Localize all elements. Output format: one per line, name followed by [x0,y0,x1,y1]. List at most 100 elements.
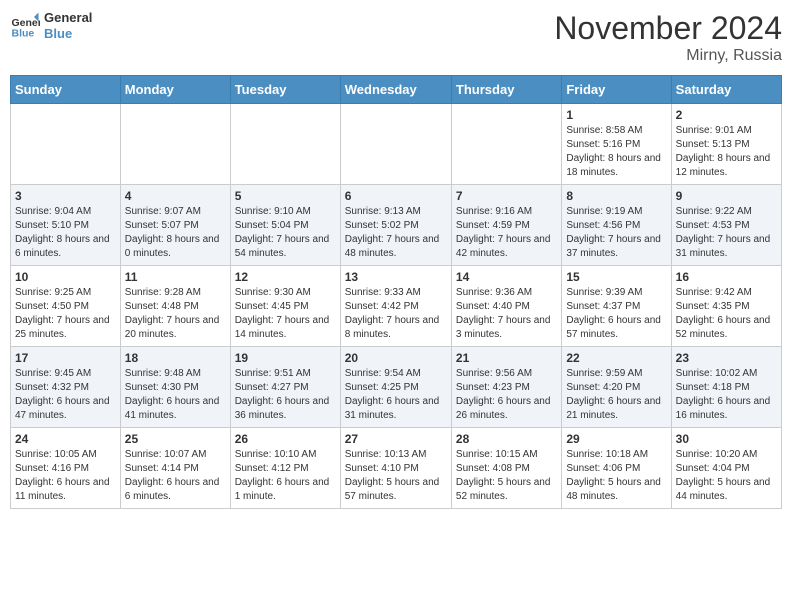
calendar-cell: 26 Sunrise: 10:10 AM Sunset: 4:12 PM Dayl… [230,428,340,509]
day-number: 30 [676,432,777,446]
day-number: 3 [15,189,116,203]
calendar-week-3: 10 Sunrise: 9:25 AM Sunset: 4:50 PM Dayli… [11,266,782,347]
logo-general: General [44,10,92,26]
day-number: 22 [566,351,666,365]
weekday-wednesday: Wednesday [340,76,451,104]
calendar-cell: 28 Sunrise: 10:15 AM Sunset: 4:08 PM Dayl… [451,428,561,509]
title-block: November 2024 Mirny, Russia [554,10,782,65]
calendar-cell: 30Sunrise: 10:20 AM Sunset: 4:04 PM Dayl… [671,428,781,509]
weekday-thursday: Thursday [451,76,561,104]
day-number: 13 [345,270,447,284]
calendar-cell: 9 Sunrise: 9:22 AM Sunset: 4:53 PM Daylig… [671,185,781,266]
day-info: Sunrise: 10:02 AM Sunset: 4:18 PM Daylig… [676,367,777,423]
day-info: Sunrise: 9:30 AM Sunset: 4:45 PM Dayligh… [235,286,336,342]
day-number: 26 [235,432,336,446]
day-number: 16 [676,270,777,284]
calendar-cell: 12 Sunrise: 9:30 AM Sunset: 4:45 PM Dayli… [230,266,340,347]
calendar-cell [230,104,340,185]
day-number: 25 [125,432,226,446]
logo: General Blue General Blue [10,10,92,41]
day-number: 21 [456,351,557,365]
day-info: Sunrise: 9:59 AM Sunset: 4:20 PM Dayligh… [566,367,666,423]
weekday-tuesday: Tuesday [230,76,340,104]
day-number: 9 [676,189,777,203]
calendar-cell: 3 Sunrise: 9:04 AM Sunset: 5:10 PM Daylig… [11,185,121,266]
calendar-cell: 21 Sunrise: 9:56 AM Sunset: 4:23 PM Dayli… [451,347,561,428]
calendar-cell: 13 Sunrise: 9:33 AM Sunset: 4:42 PM Dayli… [340,266,451,347]
day-number: 8 [566,189,666,203]
calendar-cell: 24Sunrise: 10:05 AM Sunset: 4:16 PM Dayl… [11,428,121,509]
day-info: Sunrise: 9:56 AM Sunset: 4:23 PM Dayligh… [456,367,557,423]
calendar-cell: 11Sunrise: 9:28 AM Sunset: 4:48 PM Dayli… [120,266,230,347]
weekday-sunday: Sunday [11,76,121,104]
day-number: 20 [345,351,447,365]
calendar-cell: 1Sunrise: 8:58 AM Sunset: 5:16 PM Daylig… [562,104,671,185]
day-info: Sunrise: 10:07 AM Sunset: 4:14 PM Daylig… [125,448,226,504]
svg-text:Blue: Blue [12,27,35,39]
calendar-cell: 18 Sunrise: 9:48 AM Sunset: 4:30 PM Dayli… [120,347,230,428]
day-number: 6 [345,189,447,203]
calendar-body: 1Sunrise: 8:58 AM Sunset: 5:16 PM Daylig… [11,104,782,509]
day-info: Sunrise: 9:48 AM Sunset: 4:30 PM Dayligh… [125,367,226,423]
day-info: Sunrise: 9:28 AM Sunset: 4:48 PM Dayligh… [125,286,226,342]
day-info: Sunrise: 10:15 AM Sunset: 4:08 PM Daylig… [456,448,557,504]
calendar-cell: 25 Sunrise: 10:07 AM Sunset: 4:14 PM Dayl… [120,428,230,509]
calendar-cell: 14 Sunrise: 9:36 AM Sunset: 4:40 PM Dayli… [451,266,561,347]
calendar-week-2: 3 Sunrise: 9:04 AM Sunset: 5:10 PM Daylig… [11,185,782,266]
calendar-cell: 15Sunrise: 9:39 AM Sunset: 4:37 PM Dayli… [562,266,671,347]
calendar-cell: 10 Sunrise: 9:25 AM Sunset: 4:50 PM Dayli… [11,266,121,347]
day-number: 10 [15,270,116,284]
calendar-cell [120,104,230,185]
day-info: Sunrise: 9:36 AM Sunset: 4:40 PM Dayligh… [456,286,557,342]
day-number: 18 [125,351,226,365]
day-number: 17 [15,351,116,365]
weekday-monday: Monday [120,76,230,104]
day-info: Sunrise: 9:10 AM Sunset: 5:04 PM Dayligh… [235,205,336,261]
day-number: 14 [456,270,557,284]
day-info: Sunrise: 10:10 AM Sunset: 4:12 PM Daylig… [235,448,336,504]
calendar-cell [340,104,451,185]
calendar-cell: 22 Sunrise: 9:59 AM Sunset: 4:20 PM Dayli… [562,347,671,428]
calendar-week-4: 17 Sunrise: 9:45 AM Sunset: 4:32 PM Dayli… [11,347,782,428]
day-info: Sunrise: 9:07 AM Sunset: 5:07 PM Dayligh… [125,205,226,261]
page-title: November 2024 [554,10,782,47]
calendar-cell: 2Sunrise: 9:01 AM Sunset: 5:13 PM Daylig… [671,104,781,185]
day-number: 12 [235,270,336,284]
calendar-table: SundayMondayTuesdayWednesdayThursdayFrid… [10,75,782,509]
calendar-cell: 4 Sunrise: 9:07 AM Sunset: 5:07 PM Daylig… [120,185,230,266]
calendar-cell [11,104,121,185]
day-info: Sunrise: 9:04 AM Sunset: 5:10 PM Dayligh… [15,205,116,261]
day-info: Sunrise: 9:39 AM Sunset: 4:37 PM Dayligh… [566,286,666,342]
calendar-week-1: 1Sunrise: 8:58 AM Sunset: 5:16 PM Daylig… [11,104,782,185]
logo-icon: General Blue [10,11,40,41]
day-info: Sunrise: 9:42 AM Sunset: 4:35 PM Dayligh… [676,286,777,342]
page-header: General Blue General Blue November 2024 … [10,10,782,65]
calendar-week-5: 24Sunrise: 10:05 AM Sunset: 4:16 PM Dayl… [11,428,782,509]
day-info: Sunrise: 9:16 AM Sunset: 4:59 PM Dayligh… [456,205,557,261]
calendar-cell: 16 Sunrise: 9:42 AM Sunset: 4:35 PM Dayli… [671,266,781,347]
day-info: Sunrise: 10:13 AM Sunset: 4:10 PM Daylig… [345,448,447,504]
calendar-cell: 7 Sunrise: 9:16 AM Sunset: 4:59 PM Daylig… [451,185,561,266]
day-number: 7 [456,189,557,203]
calendar-cell: 27 Sunrise: 10:13 AM Sunset: 4:10 PM Dayl… [340,428,451,509]
day-number: 4 [125,189,226,203]
calendar-cell [451,104,561,185]
day-number: 23 [676,351,777,365]
day-info: Sunrise: 8:58 AM Sunset: 5:16 PM Dayligh… [566,124,666,180]
logo-blue: Blue [44,26,92,42]
day-number: 24 [15,432,116,446]
day-number: 29 [566,432,666,446]
calendar-cell: 6 Sunrise: 9:13 AM Sunset: 5:02 PM Daylig… [340,185,451,266]
day-info: Sunrise: 9:19 AM Sunset: 4:56 PM Dayligh… [566,205,666,261]
day-info: Sunrise: 9:33 AM Sunset: 4:42 PM Dayligh… [345,286,447,342]
calendar-cell: 20Sunrise: 9:54 AM Sunset: 4:25 PM Dayli… [340,347,451,428]
day-info: Sunrise: 9:22 AM Sunset: 4:53 PM Dayligh… [676,205,777,261]
calendar-cell: 23 Sunrise: 10:02 AM Sunset: 4:18 PM Dayl… [671,347,781,428]
day-info: Sunrise: 9:25 AM Sunset: 4:50 PM Dayligh… [15,286,116,342]
calendar-cell: 19Sunrise: 9:51 AM Sunset: 4:27 PM Dayli… [230,347,340,428]
day-number: 28 [456,432,557,446]
day-info: Sunrise: 9:45 AM Sunset: 4:32 PM Dayligh… [15,367,116,423]
day-number: 27 [345,432,447,446]
day-info: Sunrise: 9:13 AM Sunset: 5:02 PM Dayligh… [345,205,447,261]
calendar-cell: 8 Sunrise: 9:19 AM Sunset: 4:56 PM Daylig… [562,185,671,266]
